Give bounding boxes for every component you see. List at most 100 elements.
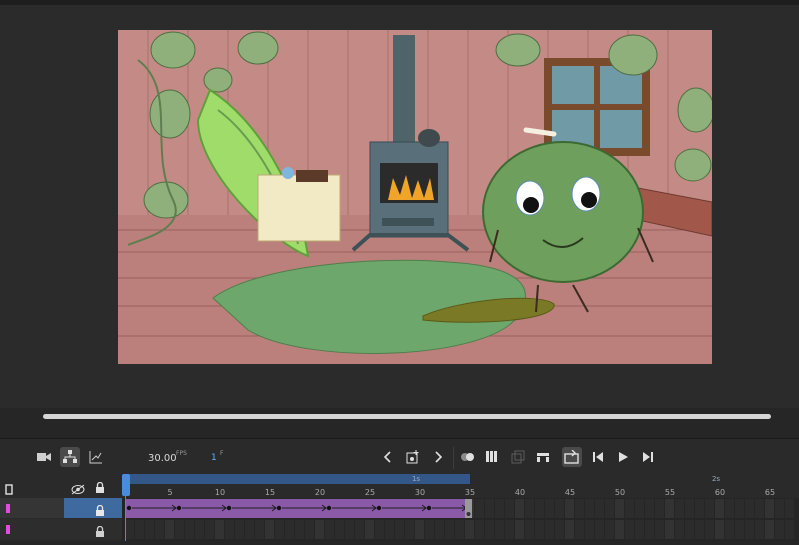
step-back-icon[interactable] [588, 447, 608, 467]
frame-cell[interactable] [715, 520, 724, 539]
frame-cell[interactable] [705, 520, 714, 539]
keyframe-dot[interactable] [376, 505, 382, 511]
frame-cell[interactable] [515, 499, 524, 518]
loop-icon[interactable] [562, 447, 582, 467]
onion-skin-icon[interactable] [458, 447, 478, 467]
frame-cell[interactable] [425, 520, 434, 539]
frame-cell[interactable] [635, 499, 644, 518]
frame-cell[interactable] [445, 520, 454, 539]
frame-cell[interactable] [415, 520, 424, 539]
frame-cell[interactable] [195, 520, 204, 539]
keyframe-dot[interactable] [126, 505, 132, 511]
end-keyframe-dot[interactable] [466, 512, 471, 516]
frame-cell[interactable] [565, 499, 574, 518]
frame-cell[interactable] [515, 520, 524, 539]
frame-cell[interactable] [245, 520, 254, 539]
layer-row-2[interactable] [0, 519, 122, 539]
frame-cell[interactable] [475, 520, 484, 539]
frame-cell[interactable] [375, 520, 384, 539]
frame-cell[interactable] [125, 520, 134, 539]
frame-cell[interactable] [725, 520, 734, 539]
insert-keyframe-icon[interactable] [403, 447, 423, 467]
frame-cell[interactable] [235, 520, 244, 539]
frame-cell[interactable] [785, 499, 794, 518]
frame-cell[interactable] [405, 520, 414, 539]
frame-cell[interactable] [525, 520, 534, 539]
frame-cell[interactable] [625, 520, 634, 539]
frame-cell[interactable] [505, 499, 514, 518]
frame-cell[interactable] [465, 520, 474, 539]
frame-cell[interactable] [605, 499, 614, 518]
current-frame-value[interactable]: 1 [211, 453, 217, 463]
chevron-left-icon[interactable] [378, 447, 398, 467]
frame-cell[interactable] [455, 520, 464, 539]
frame-cell[interactable] [615, 499, 624, 518]
frame-cell[interactable] [645, 499, 654, 518]
frame-cell[interactable] [745, 499, 754, 518]
frame-cell[interactable] [675, 520, 684, 539]
playhead-handle[interactable] [122, 474, 130, 496]
hide-all-eye-icon[interactable] [71, 480, 85, 499]
frame-cell[interactable] [625, 499, 634, 518]
frame-cell[interactable] [185, 520, 194, 539]
frame-cell[interactable] [755, 499, 764, 518]
frame-cell[interactable] [305, 520, 314, 539]
frame-cell[interactable] [785, 520, 794, 539]
frame-cell[interactable] [155, 520, 164, 539]
frame-cell[interactable] [165, 520, 174, 539]
frame-cell[interactable] [695, 499, 704, 518]
frame-cell[interactable] [295, 520, 304, 539]
frame-cell[interactable] [345, 520, 354, 539]
lock-all-icon[interactable] [95, 479, 105, 498]
frame-cell[interactable] [495, 499, 504, 518]
frame-cell[interactable] [665, 499, 674, 518]
layer-color-swatch[interactable] [6, 525, 10, 534]
frame-cell[interactable] [655, 499, 664, 518]
frame-cell[interactable] [335, 520, 344, 539]
scrollbar-thumb[interactable] [43, 414, 771, 419]
frame-cell[interactable] [775, 520, 784, 539]
frame-cell[interactable] [435, 520, 444, 539]
frame-cell[interactable] [265, 520, 274, 539]
frame-cell[interactable] [205, 520, 214, 539]
frame-cell[interactable] [355, 520, 364, 539]
frame-cell[interactable] [735, 499, 744, 518]
frame-cell[interactable] [285, 520, 294, 539]
frame-cell[interactable] [565, 520, 574, 539]
layer-lock-icon[interactable] [95, 523, 105, 542]
frame-cell[interactable] [545, 499, 554, 518]
frame-grid[interactable] [122, 498, 799, 541]
frame-cell[interactable] [695, 520, 704, 539]
keyframe-dot[interactable] [426, 505, 432, 511]
keyframe-dot[interactable] [276, 505, 282, 511]
frame-cell[interactable] [215, 520, 224, 539]
frame-cell[interactable] [535, 499, 544, 518]
frame-cell[interactable] [505, 520, 514, 539]
frame-cell[interactable] [595, 499, 604, 518]
keyframe-dot[interactable] [326, 505, 332, 511]
frame-cell[interactable] [715, 499, 724, 518]
frame-cell[interactable] [595, 520, 604, 539]
frame-cell[interactable] [575, 520, 584, 539]
frame-cell[interactable] [485, 499, 494, 518]
frame-cell[interactable] [385, 520, 394, 539]
frame-cell[interactable] [705, 499, 714, 518]
frame-cell[interactable] [585, 520, 594, 539]
frame-cell[interactable] [275, 520, 284, 539]
frame-cell[interactable] [575, 499, 584, 518]
frame-cell[interactable] [745, 520, 754, 539]
frame-cell[interactable] [145, 520, 154, 539]
play-icon[interactable] [613, 447, 633, 467]
frame-cell[interactable] [555, 520, 564, 539]
frame-cell[interactable] [175, 520, 184, 539]
frame-cell[interactable] [555, 499, 564, 518]
layer-row-1[interactable] [0, 498, 122, 518]
keyframe-dot[interactable] [176, 505, 182, 511]
stage-horizontal-scrollbar[interactable] [0, 408, 799, 426]
frame-cell[interactable] [655, 520, 664, 539]
outline-toggle-icon[interactable] [5, 480, 13, 499]
chevron-right-icon[interactable] [428, 447, 448, 467]
frame-cell[interactable] [735, 520, 744, 539]
frame-cell[interactable] [775, 499, 784, 518]
layer-parenting-icon[interactable] [60, 447, 80, 467]
